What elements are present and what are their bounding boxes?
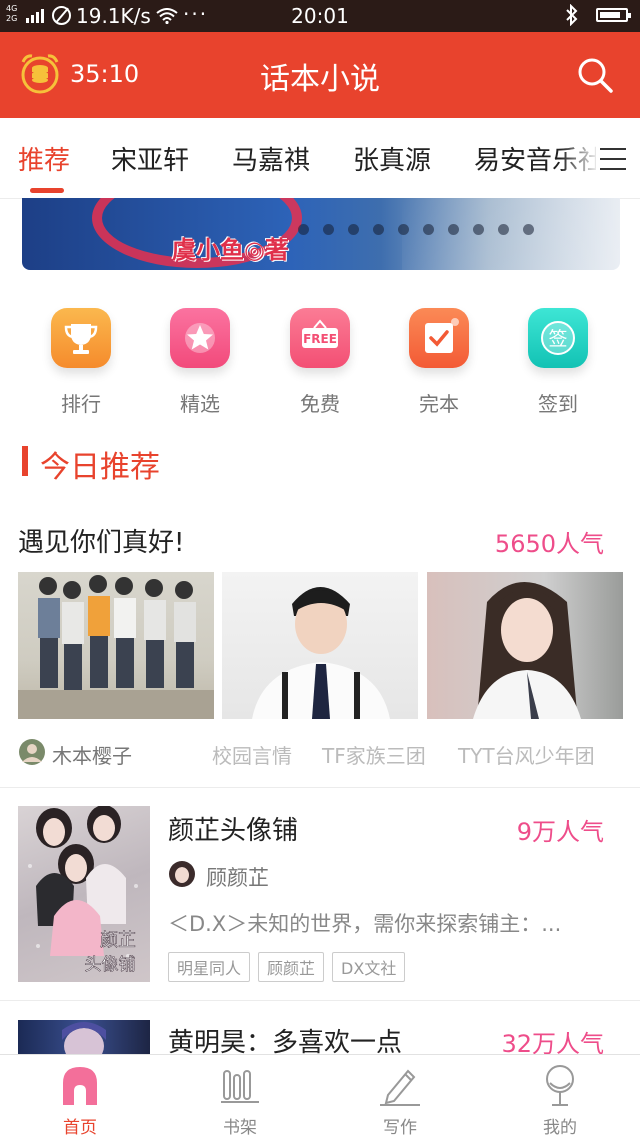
book-cover[interactable]: 颜芷 头像铺: [18, 806, 150, 982]
avatar[interactable]: [168, 860, 196, 888]
quick-menu-completed[interactable]: 完本: [379, 308, 499, 417]
svg-text:签: 签: [548, 328, 567, 350]
section-marker: [22, 446, 28, 476]
pen-icon: [380, 1069, 420, 1106]
check-book-icon: [409, 308, 469, 368]
bookshelf-icon: [221, 1070, 259, 1103]
book-tag[interactable]: 明星同人: [168, 952, 251, 982]
book-cover[interactable]: [18, 1020, 150, 1054]
tab-recommend[interactable]: 推荐: [18, 140, 70, 177]
status-bar: 4G 2G 19.1K/s ··· 20:01: [0, 0, 640, 32]
section-title: 今日推荐: [40, 450, 160, 485]
quick-menu-ranking[interactable]: 排行: [21, 308, 141, 417]
tab-ma-jiaqi[interactable]: 马嘉祺: [232, 140, 310, 177]
tab-zhang-zhenyuan[interactable]: 张真源: [353, 140, 431, 177]
app-header: 35:10 话本小说: [0, 32, 640, 118]
nav-profile[interactable]: 我的: [480, 1055, 640, 1139]
star-icon: [170, 308, 230, 368]
nav-label: 首页: [63, 1118, 97, 1138]
nav-label: 书架: [223, 1118, 257, 1138]
featured-title[interactable]: 遇见你们真好!: [18, 522, 184, 559]
nav-write[interactable]: 写作: [320, 1055, 480, 1139]
sign-in-icon: 签: [528, 308, 588, 368]
quick-menu-label: 签到: [538, 392, 578, 416]
search-icon[interactable]: [576, 56, 614, 94]
book-popularity: 9万人气: [516, 818, 604, 846]
quick-menu-label: 精选: [180, 392, 220, 416]
trophy-icon: [51, 308, 111, 368]
quick-menu-label: 完本: [419, 392, 459, 416]
banner-pagination: [298, 224, 534, 235]
clock: 20:01: [291, 4, 349, 28]
battery-icon: [596, 8, 631, 22]
book-tags: 明星同人 顾颜芷 DX文社: [168, 952, 413, 982]
featured-tag[interactable]: TF家族三团: [322, 740, 426, 769]
svg-text:FREE: FREE: [303, 332, 337, 346]
featured-tag[interactable]: TYT台风少年团: [458, 740, 595, 769]
bluetooth-icon: [566, 4, 578, 26]
featured-tag[interactable]: 校园言情: [212, 740, 292, 769]
featured-image-girl[interactable]: [427, 572, 623, 719]
featured-image-boy[interactable]: [222, 572, 418, 719]
book-tag[interactable]: 顾颜芷: [258, 952, 325, 982]
nav-home[interactable]: 首页: [0, 1055, 160, 1139]
quick-menu-featured[interactable]: 精选: [140, 308, 260, 417]
book-tag[interactable]: DX文社: [332, 952, 406, 982]
svg-text:颜芷: 颜芷: [100, 930, 136, 951]
promo-banner[interactable]: 虞小鱼◎著: [22, 198, 620, 270]
featured-popularity: 5650人气: [494, 530, 604, 558]
profile-icon: [546, 1065, 574, 1106]
category-tabs: 推荐 宋亚轩 马嘉祺 张真源 易安音乐社: [0, 118, 640, 199]
tab-menu-icon[interactable]: [596, 140, 636, 180]
app-title: 话本小说: [260, 62, 380, 97]
nav-bookshelf[interactable]: 书架: [160, 1055, 320, 1139]
active-tab-indicator: [30, 188, 64, 193]
svg-text:头像铺: 头像铺: [85, 955, 136, 975]
quick-menu-free[interactable]: FREE 免费: [260, 308, 380, 417]
avatar[interactable]: [18, 738, 46, 766]
featured-author[interactable]: 木本樱子: [52, 740, 132, 769]
banner-author: 虞小鱼◎著: [172, 235, 289, 264]
quick-menu-label: 免费: [300, 392, 340, 416]
quick-menu-label: 排行: [61, 392, 101, 416]
nav-label: 写作: [383, 1118, 417, 1138]
nav-label: 我的: [543, 1118, 577, 1138]
tab-song-yaxuan[interactable]: 宋亚轩: [111, 140, 189, 177]
bottom-navigation: 首页 书架 写作 我的: [0, 1054, 640, 1139]
free-sign-icon: FREE: [290, 308, 350, 368]
home-icon: [63, 1067, 97, 1105]
book-author[interactable]: 顾颜芷: [206, 862, 269, 892]
quick-menu-sign-in[interactable]: 签 签到: [498, 308, 618, 417]
featured-image-group[interactable]: [18, 572, 214, 719]
book-description: ＜D.X＞未知的世界，需你来探索铺主：...: [168, 912, 562, 936]
book-title[interactable]: 颜芷头像铺: [168, 810, 298, 847]
